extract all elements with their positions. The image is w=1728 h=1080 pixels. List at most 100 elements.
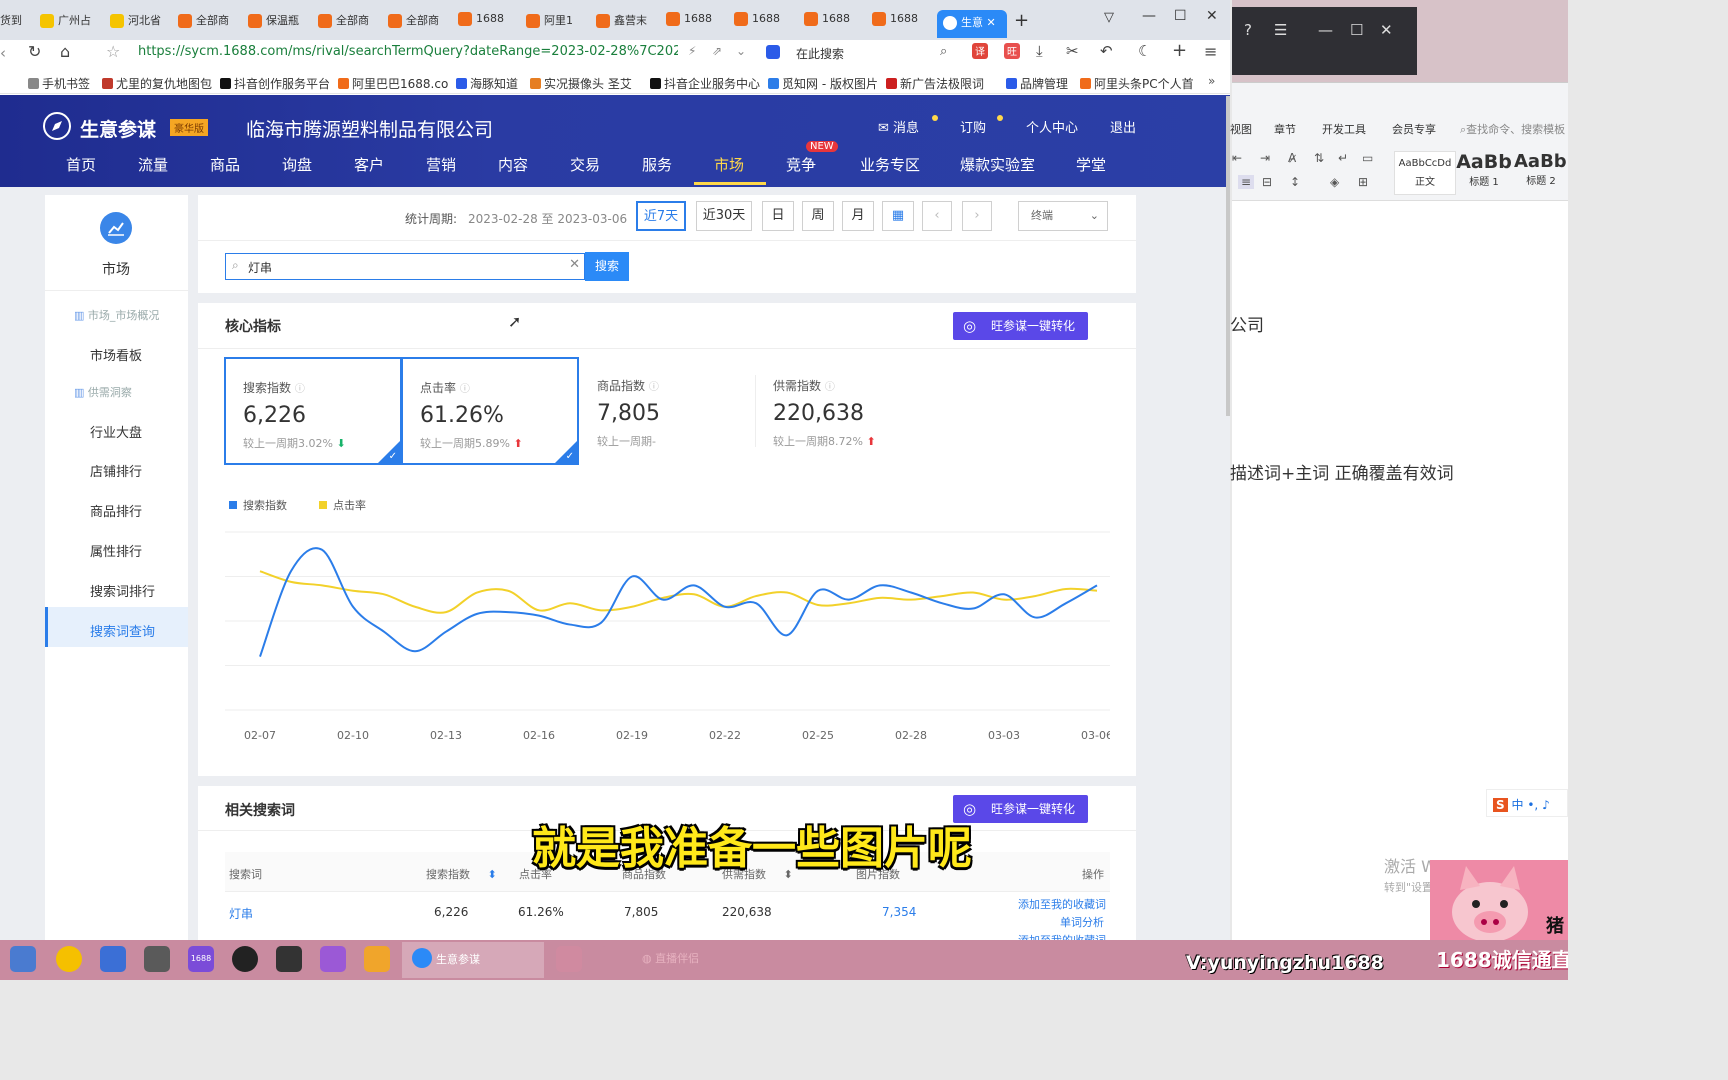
messages-link[interactable]: ✉ 消息 <box>878 117 919 136</box>
search-input[interactable]: ⌕ 灯串 ✕ <box>225 253 585 280</box>
browser-tab-9[interactable]: 鑫营末 <box>596 12 656 40</box>
window-maximize-icon[interactable]: ☐ <box>1174 8 1187 24</box>
nav-products[interactable]: 商品 <box>210 154 240 175</box>
clear-format-icon[interactable]: A̷ <box>1288 151 1296 165</box>
nav-competition[interactable]: 竞争 <box>786 154 816 175</box>
sidebar-item-term-query[interactable]: 搜索词查询 <box>90 621 155 640</box>
nav-content[interactable]: 内容 <box>498 154 528 175</box>
border-icon[interactable]: ⊞ <box>1358 175 1368 189</box>
download-icon[interactable]: ⤓ <box>1036 42 1043 60</box>
search-icon[interactable]: ⌕ <box>940 44 947 59</box>
row-term[interactable]: 灯串 <box>229 905 253 922</box>
notes-app-icon[interactable] <box>144 946 170 972</box>
para-mark-icon[interactable]: ↵ <box>1338 151 1348 165</box>
wechat-icon[interactable] <box>600 946 626 972</box>
lightning-icon[interactable]: ⚡ <box>688 44 696 58</box>
bookmark-1[interactable]: 尤里的复仇地图包 <box>102 75 212 92</box>
browser-menu-icon[interactable]: ≡ <box>1204 42 1217 61</box>
btn-week[interactable]: 周 <box>802 201 834 231</box>
scissors-app-icon[interactable] <box>100 946 126 972</box>
legend-item-ctr[interactable]: 点击率 <box>319 497 366 513</box>
help-icon[interactable]: ⓘ <box>825 382 835 393</box>
btn-day[interactable]: 日 <box>762 201 794 231</box>
nav-business-zone[interactable]: 业务专区 <box>860 154 920 175</box>
sidebar-item-shop-rank[interactable]: 店铺排行 <box>90 461 142 480</box>
folder-icon[interactable] <box>556 946 582 972</box>
nav-traffic[interactable]: 流量 <box>138 154 168 175</box>
browser-tab-0[interactable]: 货到 <box>0 12 28 40</box>
help-icon[interactable]: ⓘ <box>295 384 305 395</box>
app-1688-icon[interactable]: 1688 <box>188 946 214 972</box>
capcut-icon[interactable] <box>276 946 302 972</box>
browser-tab-5[interactable]: 全部商 <box>318 12 378 40</box>
share-icon[interactable]: ⇗ <box>712 44 722 58</box>
convert-button-related[interactable]: ◎ 旺参谋一键转化 <box>953 795 1088 823</box>
bookmark-5[interactable]: 实况摄像头 圣艾 <box>530 75 632 92</box>
prev-period-icon[interactable]: ‹ <box>922 201 952 231</box>
metric-product-index[interactable]: 商品指数 ⓘ 7,805 较上一周期- <box>580 357 756 465</box>
sidebar-item-market-board[interactable]: 市场看板 <box>90 345 142 364</box>
metric-ctr[interactable]: 点击率 ⓘ 61.26% 较上一周期5.89% ⬆ ✓ <box>401 357 579 465</box>
tab-list-icon[interactable]: ▽ <box>1104 10 1114 25</box>
nav-market[interactable]: 市场 <box>714 154 744 175</box>
logout-link[interactable]: 退出 <box>1110 117 1136 136</box>
tab-close-icon[interactable]: ✕ <box>987 16 996 29</box>
browser-tab-11[interactable]: 1688 <box>734 12 794 40</box>
undo-icon[interactable]: ↶ <box>1100 42 1113 60</box>
bookmark-3[interactable]: 阿里巴巴1688.co <box>338 75 448 92</box>
bookmark-2[interactable]: 抖音创作服务平台 <box>220 75 330 92</box>
sidebar-item-industry[interactable]: 行业大盘 <box>90 422 142 441</box>
browser-tab-8[interactable]: 阿里1 <box>526 12 586 40</box>
btn-30-days[interactable]: 近30天 <box>696 201 752 231</box>
style-normal[interactable]: AaBbCcDd 正文 <box>1394 151 1456 195</box>
wps-tab-view[interactable]: 视图 <box>1230 121 1252 137</box>
convert-button-core[interactable]: ◎ 旺参谋一键转化 <box>953 312 1088 340</box>
ruler-icon[interactable]: ▭ <box>1362 151 1373 165</box>
bookmark-7[interactable]: 觅知网 - 版权图片 <box>768 75 878 92</box>
btn-month[interactable]: 月 <box>842 201 874 231</box>
sidebar-item-product-rank[interactable]: 商品排行 <box>90 501 142 520</box>
bookmark-6[interactable]: 抖音企业服务中心 <box>650 75 760 92</box>
nav-academy[interactable]: 学堂 <box>1076 154 1106 175</box>
sidebar-item-attribute-rank[interactable]: 属性排行 <box>90 541 142 560</box>
nav-service[interactable]: 服务 <box>642 154 672 175</box>
browser-tab-7[interactable]: 1688 <box>458 12 518 40</box>
nav-trade[interactable]: 交易 <box>570 154 600 175</box>
app-flower-icon[interactable] <box>320 946 346 972</box>
next-period-icon[interactable]: › <box>962 201 992 231</box>
window-close-icon[interactable]: ✕ <box>1206 8 1218 24</box>
add-icon[interactable]: + <box>1172 40 1187 61</box>
browser-tab-2[interactable]: 河北省 <box>110 12 166 40</box>
browser-tab-12[interactable]: 1688 <box>804 12 864 40</box>
minimize-icon[interactable]: — <box>1318 21 1333 39</box>
metric-supply-index[interactable]: 供需指数 ⓘ 220,638 较上一周期8.72% ⬆ <box>756 357 932 465</box>
wps-tab-devtools[interactable]: 开发工具 <box>1322 121 1366 137</box>
browser-tab-4[interactable]: 保温瓶 <box>248 12 308 40</box>
browser-search-input[interactable]: 在此搜索 <box>796 45 844 62</box>
nav-marketing[interactable]: 营销 <box>426 154 456 175</box>
bookmark-10[interactable]: 阿里头条PC个人首 <box>1080 75 1194 92</box>
line-spacing-icon[interactable]: ↕ <box>1290 175 1300 189</box>
url-field[interactable]: https://sycm.1688.com/ms/rival/searchTer… <box>138 44 678 59</box>
qq-icon[interactable] <box>232 946 258 972</box>
metric-search-index[interactable]: 搜索指数 ⓘ 6,226 较上一周期3.02% ⬇ ✓ <box>224 357 402 465</box>
calculator-icon[interactable] <box>10 946 36 972</box>
sort-icon[interactable]: ⇅ <box>1314 151 1324 165</box>
browser-tab-1[interactable]: 广州占 <box>40 12 96 40</box>
back-icon[interactable]: ‹ <box>0 44 6 62</box>
style-heading2[interactable]: AaBb( 标题 2 <box>1514 151 1568 195</box>
bookmark-4[interactable]: 海豚知道 <box>456 75 518 92</box>
nav-home[interactable]: 首页 <box>66 154 96 175</box>
legend-item-search-index[interactable]: 搜索指数 <box>229 497 287 513</box>
window-minimize-icon[interactable]: — <box>1142 8 1156 24</box>
scissors-icon[interactable]: ✂ <box>1066 42 1079 60</box>
browser-tab-13[interactable]: 1688 <box>872 12 932 40</box>
terminal-select[interactable]: 终端 ⌄ <box>1018 201 1108 231</box>
help-icon[interactable]: ⓘ <box>649 382 659 393</box>
col-search-index[interactable]: 搜索指数 ⬍ <box>426 866 497 882</box>
reload-icon[interactable]: ↻ <box>28 42 41 61</box>
home-icon[interactable]: ⌂ <box>60 42 70 61</box>
app-medal-icon[interactable] <box>56 946 82 972</box>
dropdown-chevron-icon[interactable]: ⌄ <box>736 44 746 58</box>
wangwang-icon[interactable]: 旺 <box>1004 43 1020 59</box>
